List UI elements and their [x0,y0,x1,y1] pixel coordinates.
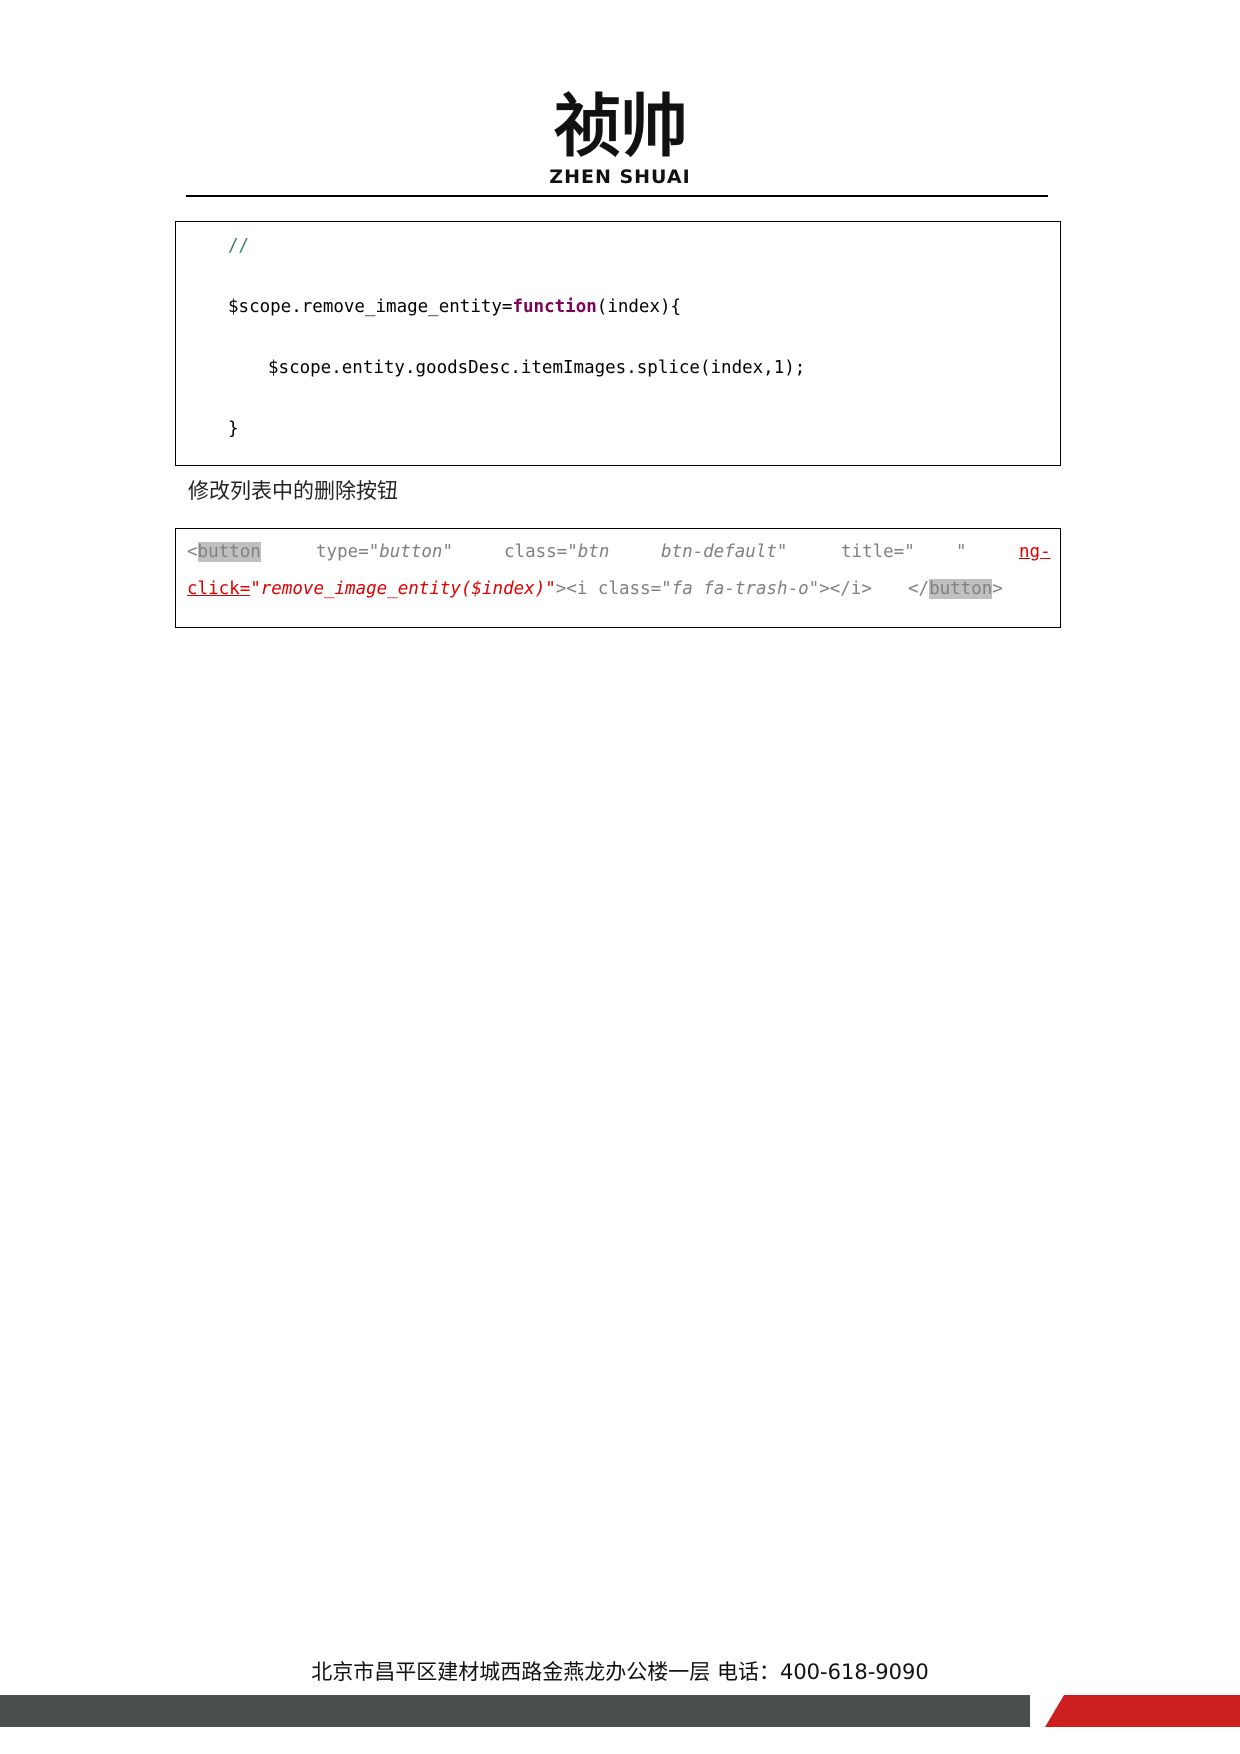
logo-chinese-text: 祯帅 [553,88,688,167]
js-code-block: // $scope.remove_image_entity=function(i… [175,221,1061,466]
html-close-tag: </button> [908,579,1003,599]
footer-color-bar [0,1695,1240,1727]
html-class-attr-cont: btn-default" [661,542,788,562]
html-class-attr: class="btn [504,542,610,562]
html-code-line-2: click="remove_image_entity($index)"><i c… [187,579,872,599]
html-ng-prefix: ng- [1019,542,1051,562]
code-splice-line: $scope.entity.goodsDesc.itemImages.splic… [268,358,806,378]
section-caption: 修改列表中的删除按钮 [188,479,398,503]
code-comment-line: // [228,236,250,256]
header-divider [186,195,1048,197]
html-title-attr: title=" [841,542,915,562]
footer-red-bar [1045,1695,1240,1727]
html-code-line-1: <button [187,542,261,562]
html-type-attr: type="button" [316,542,453,562]
footer-gray-bar [0,1695,1030,1727]
html-code-block: <button type="button" class="btn btn-def… [175,528,1061,628]
logo-english-text: ZHEN SHUAI [549,166,691,188]
code-function-line: $scope.remove_image_entity=function(inde… [228,297,682,317]
footer-address: 北京市昌平区建材城西路金燕龙办公楼一层 电话：400-618-9090 [311,1660,929,1684]
html-title-close: " [956,542,967,562]
company-logo: 祯帅 ZHEN SHUAI [540,92,700,192]
code-closing-brace: } [228,419,239,439]
